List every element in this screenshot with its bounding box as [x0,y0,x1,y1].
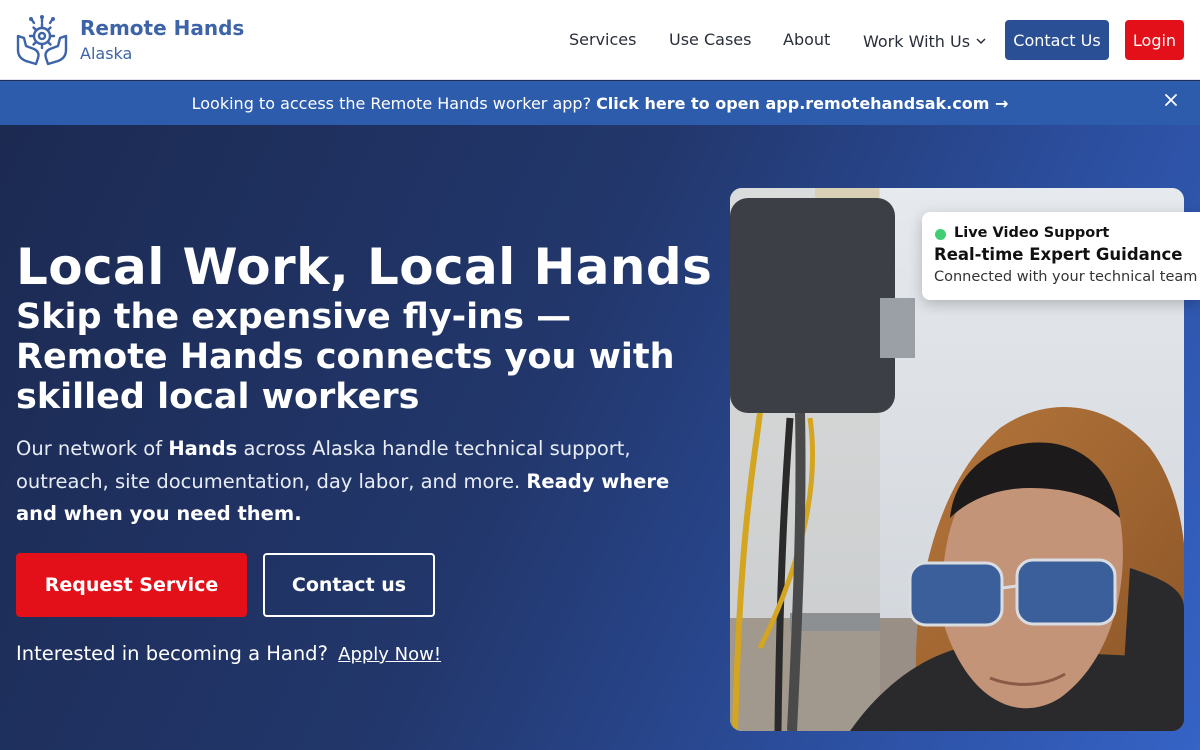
brand-subtitle: Alaska [80,44,133,63]
apply-now-link[interactable]: Apply Now! [338,644,441,665]
hero-subheading: Skip the expensive fly-ins — Remote Hand… [16,297,675,417]
close-icon[interactable] [1164,92,1178,106]
nav-services[interactable]: Services [569,30,636,49]
live-card-subtitle: Connected with your technical team [934,269,1198,285]
remote-hands-logo-icon[interactable] [14,14,70,66]
nav-work-with-us-label: Work With Us [863,32,971,51]
hero-contact-button[interactable]: Contact us [263,553,435,617]
contact-us-button[interactable]: Contact Us [1005,20,1109,60]
live-status-dot [935,229,946,240]
nav-work-with-us[interactable]: Work With Us [863,30,986,51]
nav-use-cases[interactable]: Use Cases [669,30,751,49]
live-card-title: Real-time Expert Guidance [934,245,1183,264]
hero-lead: Our network of Hands across Alaska handl… [16,433,706,531]
brand-title[interactable]: Remote Hands [80,16,244,40]
lead-text-1: Our network of [16,437,169,460]
worker-app-banner: Looking to access the Remote Hands worke… [0,81,1200,125]
chevron-down-icon [976,30,986,49]
site-header: Remote Hands Alaska Services Use Cases A… [0,0,1200,80]
lead-bold-1: Hands [168,437,238,460]
live-video-card: Live Video Support Real-time Expert Guid… [922,212,1200,300]
apply-row: Interested in becoming a Hand? Apply Now… [16,642,441,665]
live-status-label: Live Video Support [954,225,1110,241]
request-service-button[interactable]: Request Service [16,553,247,617]
banner-app-link[interactable]: Click here to open app.remotehandsak.com… [596,94,1008,113]
apply-prompt: Interested in becoming a Hand? [16,642,328,665]
login-button[interactable]: Login [1125,20,1184,60]
hero-heading: Local Work, Local Hands [16,238,713,296]
banner-text: Looking to access the Remote Hands worke… [191,93,592,113]
nav-about[interactable]: About [783,30,830,49]
